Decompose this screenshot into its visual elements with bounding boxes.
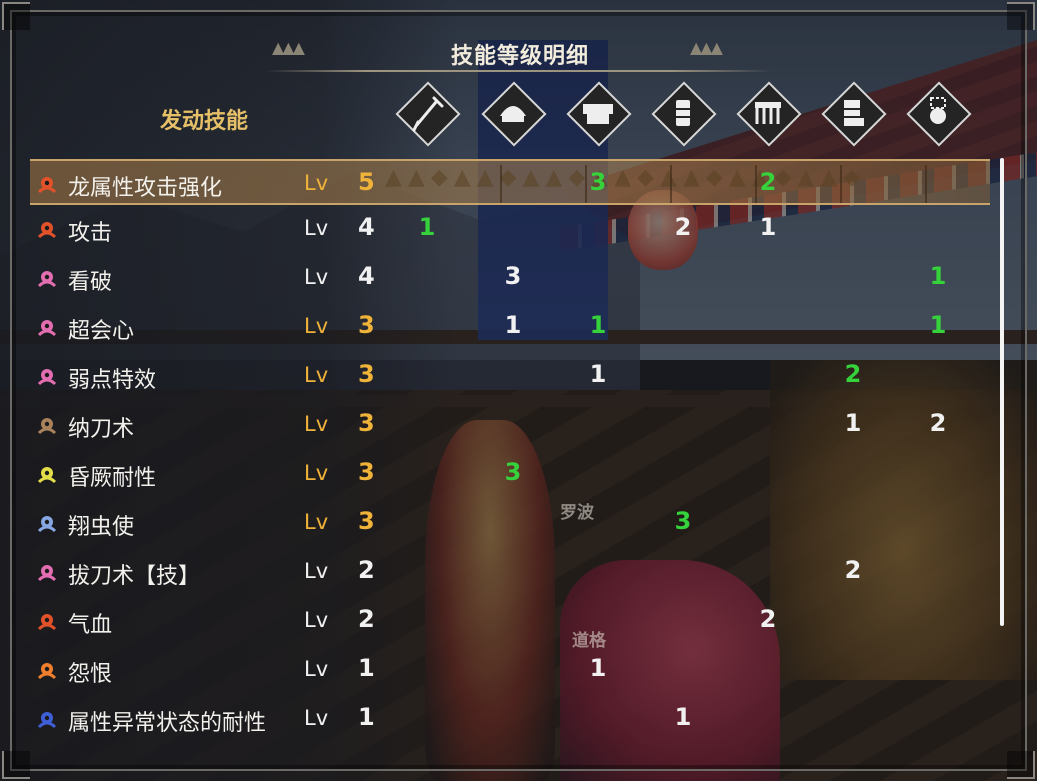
- row-pattern: ▲▲◆▲▲◆▲▲◆▲▲◆▲▲◆▲▲◆▲▲◆: [385, 165, 867, 190]
- weapon-icon: [395, 81, 461, 147]
- skill-level: 5: [358, 168, 375, 196]
- skill-name: 属性异常状态的耐性: [68, 711, 267, 736]
- skill-row[interactable]: 怨恨 Lv 1 1: [30, 647, 990, 693]
- level-label: Lv: [304, 510, 329, 534]
- skill-name: 弱点特效: [68, 368, 157, 393]
- equipment-skill-points: 1: [589, 360, 607, 388]
- skill-gem-icon: [36, 464, 58, 486]
- equipment-skill-points: 3: [589, 168, 607, 196]
- skill-level: 3: [358, 360, 375, 388]
- skill-level: 2: [358, 556, 375, 584]
- skill-gem-icon: [36, 562, 58, 584]
- skill-gem-icon: [36, 174, 58, 196]
- page-title: 技能等级明细: [450, 44, 589, 69]
- equipment-skill-points: 2: [759, 605, 777, 633]
- equipment-skill-points: 3: [504, 262, 522, 290]
- title-underline: [265, 70, 772, 72]
- frame-corner: [1007, 751, 1035, 779]
- skill-level: 3: [358, 311, 375, 339]
- skill-name: 攻击: [68, 221, 113, 246]
- skill-gem-icon: [36, 415, 58, 437]
- skill-row[interactable]: 攻击 Lv 4 1 2 1: [30, 206, 990, 252]
- skill-gem-icon: [36, 513, 58, 535]
- skill-level: 4: [358, 213, 375, 241]
- skill-row[interactable]: 属性异常状态的耐性 Lv 1 1: [30, 696, 990, 742]
- skill-row-selected[interactable]: ▲▲◆▲▲◆▲▲◆▲▲◆▲▲◆▲▲◆▲▲◆ 龙属性攻击强化 Lv 5 3 2: [30, 159, 990, 205]
- skill-name: 拔刀术【技】: [68, 564, 201, 589]
- equipment-skill-points: 1: [674, 703, 692, 731]
- skill-row[interactable]: 看破 Lv 4 3 1: [30, 255, 990, 301]
- skill-level: 1: [358, 654, 375, 682]
- equipment-skill-points: 1: [759, 213, 777, 241]
- equipment-skill-points: 1: [929, 262, 947, 290]
- skill-level: 2: [358, 605, 375, 633]
- skill-row[interactable]: 昏厥耐性 Lv 3 3: [30, 451, 990, 497]
- frame-corner: [1007, 2, 1035, 30]
- skill-gem-icon: [36, 611, 58, 633]
- skill-level: 3: [358, 507, 375, 535]
- header-ornament: ▲▲▲: [690, 38, 723, 57]
- level-label: Lv: [304, 216, 329, 240]
- waist-armor-icon: [736, 81, 802, 147]
- helmet-icon: [481, 81, 547, 147]
- level-label: Lv: [304, 608, 329, 632]
- equipment-skill-points: 2: [759, 168, 777, 196]
- skill-name: 纳刀术: [68, 417, 135, 442]
- equipment-skill-points: 2: [844, 556, 862, 584]
- skill-row[interactable]: 弱点特效 Lv 3 1 2: [30, 353, 990, 399]
- equipment-skill-points: 1: [589, 311, 607, 339]
- equipment-skill-points: 3: [504, 458, 522, 486]
- equipment-skill-points: 1: [929, 311, 947, 339]
- skill-gem-icon: [36, 268, 58, 290]
- equipment-skill-points: 2: [674, 213, 692, 241]
- frame-corner: [2, 2, 30, 30]
- skill-name: 怨恨: [68, 662, 113, 687]
- skill-gem-icon: [36, 709, 58, 731]
- level-label: Lv: [304, 171, 329, 195]
- skill-gem-icon: [36, 317, 58, 339]
- equipment-skill-points: 1: [844, 409, 862, 437]
- skill-name: 超会心: [68, 319, 135, 344]
- frame-corner: [2, 751, 30, 779]
- level-label: Lv: [304, 657, 329, 681]
- chest-armor-icon: [566, 81, 632, 147]
- level-label: Lv: [304, 412, 329, 436]
- header-ornament: ▲▲▲: [272, 38, 305, 57]
- skill-row[interactable]: 纳刀术 Lv 3 1 2: [30, 402, 990, 448]
- equipment-skill-points: 1: [504, 311, 522, 339]
- equipment-skill-points: 1: [589, 654, 607, 682]
- skill-gem-icon: [36, 660, 58, 682]
- level-label: Lv: [304, 461, 329, 485]
- skill-level: 1: [358, 703, 375, 731]
- skill-level: 3: [358, 458, 375, 486]
- skill-gem-icon: [36, 366, 58, 388]
- skill-row[interactable]: 翔虫使 Lv 3 3: [30, 500, 990, 546]
- skill-name: 翔虫使: [68, 515, 135, 540]
- equipment-skill-points: 3: [674, 507, 692, 535]
- skill-row[interactable]: 气血 Lv 2 2: [30, 598, 990, 644]
- talisman-icon: [906, 81, 972, 147]
- skill-row[interactable]: 超会心 Lv 3 1 1 1: [30, 304, 990, 350]
- level-label: Lv: [304, 559, 329, 583]
- equipment-skill-points: 2: [929, 409, 947, 437]
- equipment-skill-points: 2: [844, 360, 862, 388]
- skill-name: 龙属性攻击强化: [68, 176, 223, 201]
- level-label: Lv: [304, 363, 329, 387]
- active-skills-heading: 发动技能: [160, 109, 249, 134]
- arm-armor-icon: [651, 81, 717, 147]
- scrollbar[interactable]: [1000, 158, 1004, 626]
- equipment-skill-points: 1: [418, 213, 436, 241]
- skill-level: 3: [358, 409, 375, 437]
- skill-name: 气血: [68, 613, 113, 638]
- level-label: Lv: [304, 706, 329, 730]
- skill-name: 看破: [68, 270, 113, 295]
- skill-gem-icon: [36, 219, 58, 241]
- level-label: Lv: [304, 265, 329, 289]
- skill-row[interactable]: 拔刀术【技】 Lv 2 2: [30, 549, 990, 595]
- skill-name: 昏厥耐性: [68, 466, 157, 491]
- skill-level: 4: [358, 262, 375, 290]
- level-label: Lv: [304, 314, 329, 338]
- leg-armor-icon: [821, 81, 887, 147]
